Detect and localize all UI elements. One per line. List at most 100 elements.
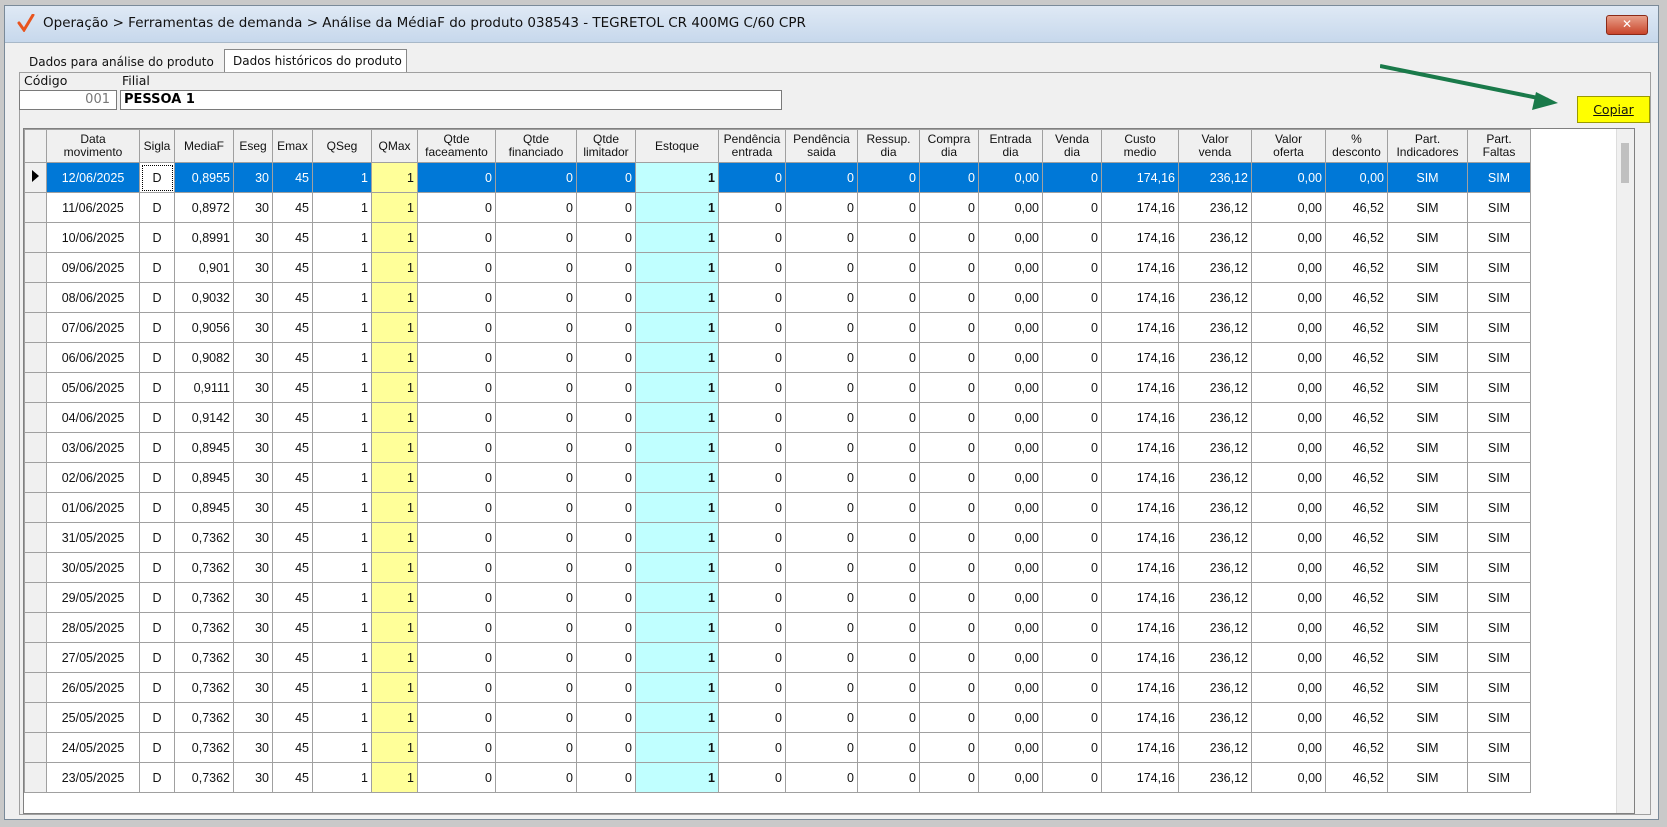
table-cell[interactable]: SIM xyxy=(1387,642,1468,673)
table-cell[interactable]: 1 xyxy=(371,402,418,433)
table-cell[interactable]: SIM xyxy=(1387,762,1468,793)
vertical-scrollbar[interactable] xyxy=(1616,129,1634,813)
table-cell[interactable]: SIM xyxy=(1467,252,1531,283)
row-indicator[interactable] xyxy=(24,312,47,343)
table-cell[interactable]: 0 xyxy=(417,342,496,373)
table-cell[interactable]: 174,16 xyxy=(1101,282,1179,313)
table-cell[interactable]: 0 xyxy=(857,552,920,583)
table-cell[interactable]: 1 xyxy=(371,462,418,493)
table-cell[interactable]: 1 xyxy=(371,612,418,643)
table-cell[interactable]: 1 xyxy=(371,762,418,793)
table-cell[interactable]: 0 xyxy=(785,402,858,433)
table-cell[interactable]: D xyxy=(139,582,175,613)
table-row[interactable]: 03/06/2025 D 0,8945 30 45 1 1 0 0 0 1 0 0 0 0 0,00 0 174,… xyxy=(24,432,1531,463)
table-cell[interactable]: 0 xyxy=(576,162,636,193)
table-cell[interactable]: 46,52 xyxy=(1325,582,1388,613)
column-header[interactable]: QSeg xyxy=(312,129,372,163)
table-cell[interactable]: 1 xyxy=(371,162,418,193)
table-cell[interactable]: 30 xyxy=(233,312,273,343)
table-cell[interactable]: 0,00 xyxy=(1251,582,1326,613)
table-row[interactable]: 01/06/2025 D 0,8945 30 45 1 1 0 0 0 1 0 0 0 0 0,00 0 174,… xyxy=(24,492,1531,523)
table-row[interactable]: 02/06/2025 D 0,8945 30 45 1 1 0 0 0 1 0 0 0 0 0,00 0 174,… xyxy=(24,462,1531,493)
table-cell[interactable]: 1 xyxy=(312,642,372,673)
table-cell[interactable]: D xyxy=(139,762,175,793)
table-cell[interactable]: 0 xyxy=(718,462,786,493)
table-cell[interactable]: 0,00 xyxy=(978,552,1043,583)
table-cell[interactable]: 0 xyxy=(1042,252,1102,283)
table-cell[interactable]: 1 xyxy=(312,312,372,343)
close-button[interactable]: ✕ xyxy=(1606,15,1648,35)
table-cell[interactable]: 1 xyxy=(371,252,418,283)
table-cell[interactable]: 236,12 xyxy=(1178,642,1252,673)
table-cell[interactable]: D xyxy=(139,432,175,463)
table-cell[interactable]: 0 xyxy=(1042,612,1102,643)
table-cell[interactable]: SIM xyxy=(1387,402,1468,433)
table-cell[interactable]: 0 xyxy=(495,612,577,643)
table-cell[interactable]: 30 xyxy=(233,492,273,523)
row-indicator[interactable] xyxy=(24,552,47,583)
table-cell[interactable]: 0,9111 xyxy=(174,372,234,403)
table-cell[interactable]: 45 xyxy=(272,582,313,613)
table-cell[interactable]: 30 xyxy=(233,192,273,223)
table-cell[interactable]: 174,16 xyxy=(1101,432,1179,463)
table-cell[interactable]: 1 xyxy=(312,522,372,553)
table-cell[interactable]: 1 xyxy=(312,162,372,193)
table-cell[interactable]: 0 xyxy=(857,642,920,673)
table-cell[interactable]: 0,00 xyxy=(1251,342,1326,373)
table-cell[interactable]: 0 xyxy=(495,462,577,493)
row-indicator[interactable] xyxy=(24,402,47,433)
table-cell[interactable]: 0 xyxy=(1042,732,1102,763)
table-cell[interactable]: 0 xyxy=(919,222,979,253)
table-cell[interactable]: 1 xyxy=(635,492,719,523)
table-cell[interactable]: SIM xyxy=(1467,402,1531,433)
table-cell[interactable]: 0,00 xyxy=(978,282,1043,313)
table-cell[interactable]: 0 xyxy=(919,762,979,793)
table-cell[interactable]: 0 xyxy=(576,612,636,643)
table-cell[interactable]: 0 xyxy=(718,642,786,673)
table-cell[interactable]: 0 xyxy=(718,762,786,793)
table-cell[interactable]: 0 xyxy=(495,192,577,223)
history-grid[interactable]: Data movimento Sigla MediaF Eseg Emax QSeg QMax… xyxy=(23,128,1635,814)
table-cell[interactable]: 0 xyxy=(576,702,636,733)
table-cell[interactable]: SIM xyxy=(1387,162,1468,193)
table-cell[interactable]: SIM xyxy=(1467,492,1531,523)
table-cell[interactable]: 1 xyxy=(312,582,372,613)
table-cell[interactable]: 0,00 xyxy=(978,732,1043,763)
table-row[interactable]: 27/05/2025 D 0,7362 30 45 1 1 0 0 0 1 0 0 0 0 0,00 0 174,… xyxy=(24,642,1531,673)
table-row[interactable]: 28/05/2025 D 0,7362 30 45 1 1 0 0 0 1 0 0 0 0 0,00 0 174,… xyxy=(24,612,1531,643)
table-cell[interactable]: SIM xyxy=(1467,162,1531,193)
table-cell[interactable]: 0 xyxy=(417,762,496,793)
table-cell[interactable]: 1 xyxy=(312,222,372,253)
table-cell[interactable]: 0 xyxy=(576,312,636,343)
table-cell[interactable]: 1 xyxy=(312,462,372,493)
table-cell[interactable]: 0 xyxy=(785,372,858,403)
table-cell[interactable]: 0 xyxy=(1042,582,1102,613)
table-cell[interactable]: 30 xyxy=(233,762,273,793)
row-indicator[interactable] xyxy=(24,582,47,613)
table-cell[interactable]: 0 xyxy=(718,252,786,283)
table-cell[interactable]: 45 xyxy=(272,672,313,703)
table-cell[interactable]: 0,9056 xyxy=(174,312,234,343)
table-cell[interactable]: 30 xyxy=(233,552,273,583)
table-cell[interactable]: 0,8991 xyxy=(174,222,234,253)
table-cell[interactable]: 0 xyxy=(495,702,577,733)
table-cell[interactable]: 0 xyxy=(919,642,979,673)
column-header[interactable]: Emax xyxy=(272,129,313,163)
table-cell[interactable]: D xyxy=(139,522,175,553)
column-header[interactable]: Sigla xyxy=(139,129,175,163)
table-cell[interactable]: 1 xyxy=(635,282,719,313)
table-cell[interactable]: 46,52 xyxy=(1325,732,1388,763)
table-cell[interactable]: 0 xyxy=(495,552,577,583)
table-cell[interactable]: 0 xyxy=(417,222,496,253)
table-cell[interactable]: 174,16 xyxy=(1101,492,1179,523)
table-cell[interactable]: 0 xyxy=(785,522,858,553)
table-cell[interactable]: 0 xyxy=(857,312,920,343)
table-cell[interactable]: 174,16 xyxy=(1101,702,1179,733)
table-cell[interactable]: 236,12 xyxy=(1178,462,1252,493)
table-cell[interactable]: 0,00 xyxy=(978,402,1043,433)
table-cell[interactable]: 45 xyxy=(272,492,313,523)
column-header[interactable]: Ressup. dia xyxy=(857,129,920,163)
table-cell[interactable]: SIM xyxy=(1467,762,1531,793)
table-cell[interactable]: 236,12 xyxy=(1178,192,1252,223)
table-cell[interactable]: 46,52 xyxy=(1325,612,1388,643)
